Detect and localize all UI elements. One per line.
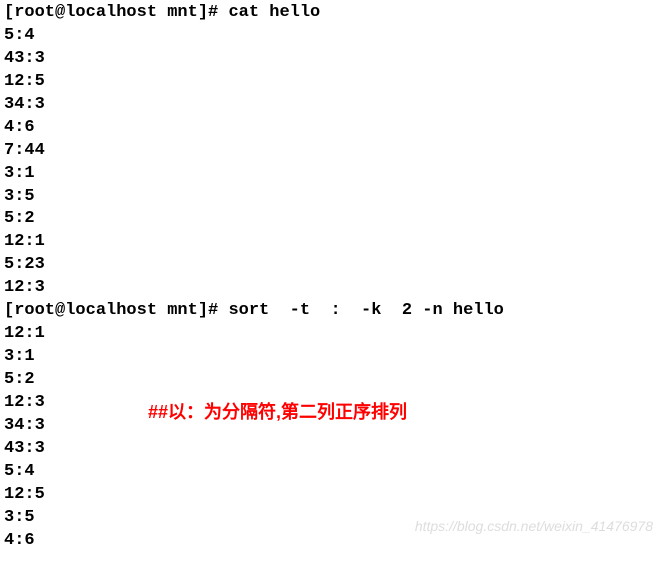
output-line: 7:44 — [4, 140, 659, 163]
annotation-text: ##以：为分隔符,第二列正序排列 — [148, 400, 407, 424]
output-line: 4:6 — [4, 117, 659, 140]
output-line: 12:3 — [4, 277, 659, 300]
output-line: 43:3 — [4, 438, 659, 461]
watermark-text: https://blog.csdn.net/weixin_41476978 — [415, 517, 653, 536]
output-line: 5:23 — [4, 254, 659, 277]
output-line: 12:5 — [4, 484, 659, 507]
output-line: 12:1 — [4, 323, 659, 346]
output-line: 34:3 — [4, 94, 659, 117]
output-line: 12:1 — [4, 231, 659, 254]
output-line: 5:4 — [4, 461, 659, 484]
command-text: cat hello — [228, 3, 320, 22]
output-line: 12:5 — [4, 71, 659, 94]
command-line-1: [root@localhost mnt]# cat hello — [4, 2, 659, 25]
shell-prompt: [root@localhost mnt]# — [4, 3, 228, 22]
shell-prompt: [root@localhost mnt]# — [4, 301, 228, 320]
output-line: 3:1 — [4, 346, 659, 369]
output-line: 5:2 — [4, 208, 659, 231]
output-line: 3:1 — [4, 163, 659, 186]
output-line: 43:3 — [4, 48, 659, 71]
output-line: 3:5 — [4, 186, 659, 209]
command-line-2: [root@localhost mnt]# sort -t : -k 2 -n … — [4, 300, 659, 323]
command-text: sort -t : -k 2 -n hello — [228, 301, 503, 320]
output-line: 5:2 — [4, 369, 659, 392]
output-line: 5:4 — [4, 25, 659, 48]
